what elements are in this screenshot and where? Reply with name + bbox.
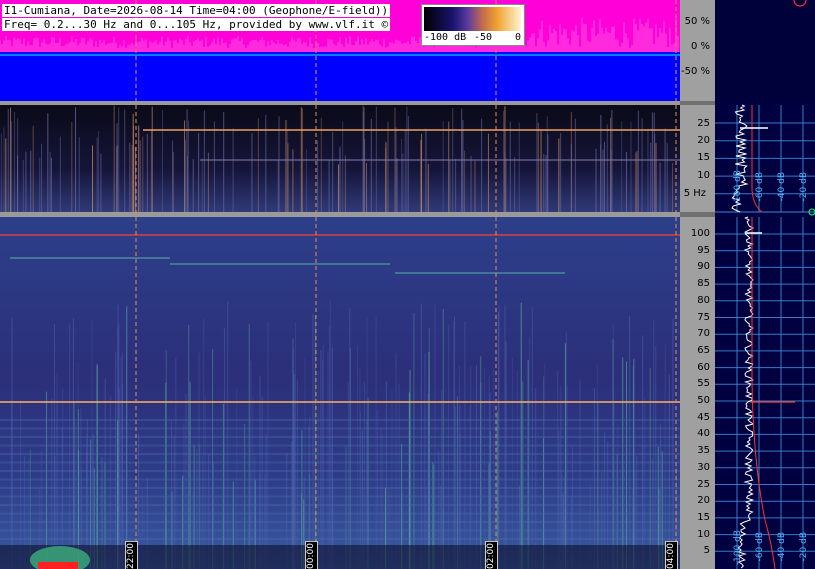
hf-tick: 30	[697, 461, 710, 473]
hf-tick: 80	[697, 294, 710, 306]
colorbar-label-max: 0	[515, 32, 522, 43]
time-label-02: 02:00	[485, 541, 498, 569]
lf-tick: 10	[697, 170, 710, 181]
hf-tick: 45	[697, 411, 710, 423]
lf-tick: 5 Hz	[683, 188, 706, 199]
colorbar-label-min: -100 dB	[424, 32, 467, 43]
hf-tick: 5	[703, 545, 710, 557]
spectrum-db-label: -40 dB	[777, 172, 787, 202]
spectrum-db-label: -60 dB	[755, 172, 765, 202]
hf-tick: 55	[697, 378, 710, 390]
hf-hotspot-red	[38, 562, 78, 569]
hf-tick: 40	[697, 428, 710, 440]
time-label-04: 04:00	[665, 541, 678, 569]
hf-tick: 60	[697, 361, 710, 373]
colorbar: -100 dB -50 0	[421, 4, 525, 46]
hf-tick: 50	[697, 395, 710, 406]
colorbar-gradient	[424, 7, 521, 31]
spectrum-db-label: -20 dB	[799, 172, 809, 202]
hf-tick: 15	[697, 511, 710, 523]
panel-separator-mid	[0, 212, 680, 217]
spectrum-db-label: -100 dB	[733, 530, 743, 566]
colorbar-label-mid: -50	[474, 32, 493, 43]
title-line: I1-Cumiana, Date=2026-08-14 Time=04:00 (…	[2, 4, 391, 17]
hf-tick: 25	[697, 478, 710, 490]
spectrum-db-label: -40 dB	[777, 532, 787, 562]
time-label-22: 22:00	[125, 541, 138, 569]
amp-tick: 0 %	[690, 41, 710, 52]
lf-tick: 25	[697, 118, 710, 129]
hf-tick: 95	[697, 244, 710, 256]
amp-tick: 50 %	[684, 16, 710, 27]
hf-tick: 100	[690, 228, 710, 239]
hf-tick: 75	[697, 311, 710, 323]
hf-tick: 65	[697, 344, 710, 356]
hf-tick: 35	[697, 445, 710, 457]
axis-strip-divider	[680, 212, 715, 217]
panel-separator-top	[0, 101, 680, 105]
hf-bottom-band	[0, 545, 680, 569]
hf-tick: 10	[697, 528, 710, 540]
hf-tick: 20	[697, 495, 710, 507]
frequency-line: Freq= 0.2...30 Hz and 0...105 Hz, provid…	[2, 18, 391, 31]
spectrum-db-label: -60 dB	[755, 532, 765, 562]
spectrum-db-label: -100 dB	[733, 170, 743, 206]
axis-strip-divider	[680, 101, 715, 105]
hf-tick: 90	[697, 261, 710, 273]
spectrum-panel-top	[715, 0, 815, 101]
lf-tick: 15	[697, 152, 710, 163]
time-label-00: 00:00	[305, 541, 318, 569]
spectrum-db-label: -20 dB	[799, 532, 809, 562]
spectrogram-screen: I1-Cumiana, Date=2026-08-14 Time=04:00 (…	[0, 0, 815, 569]
lf-tick: 20	[697, 135, 710, 146]
hf-tick: 85	[697, 278, 710, 290]
hf-tick: 70	[697, 328, 710, 340]
amp-tick: -50 %	[680, 66, 710, 77]
